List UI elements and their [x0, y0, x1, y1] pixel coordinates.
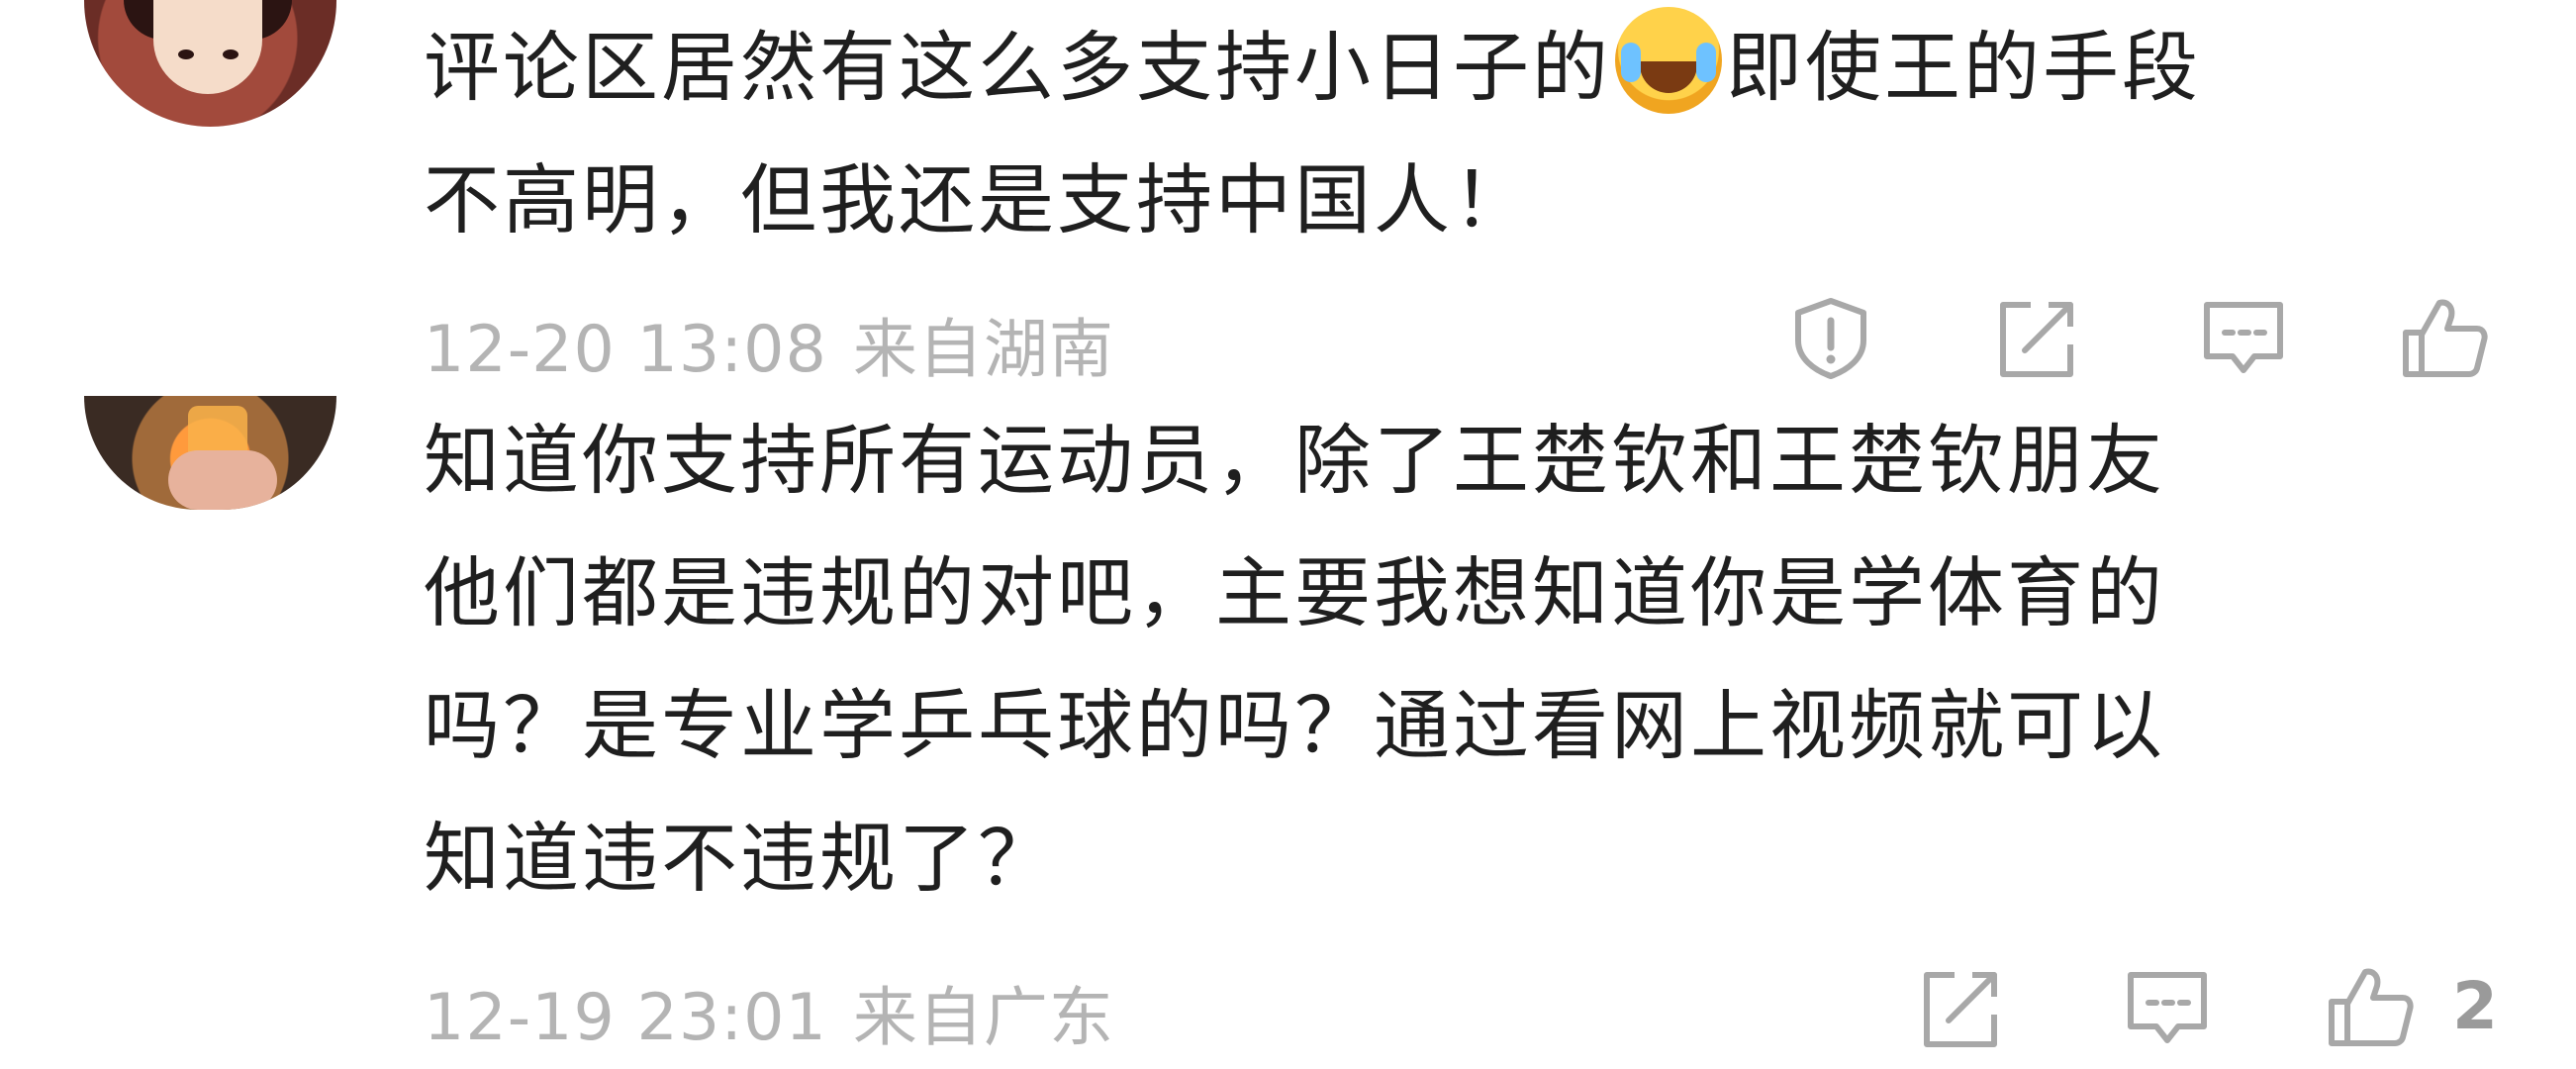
- comment-time: 12-20 13:08: [424, 313, 827, 387]
- reply-icon: [2128, 972, 2207, 1043]
- comment-time: 12-19 23:01: [424, 981, 827, 1055]
- share-icon: [1924, 972, 1997, 1047]
- comment-text-segment: 评论区居然有这么多支持小日子的: [424, 25, 1611, 113]
- share-button[interactable]: [1991, 295, 2080, 384]
- rolling-laughing-emoji-icon: [1615, 7, 1722, 114]
- comment-text-line: 知道违不违规了？: [424, 816, 1057, 904]
- like-button[interactable]: [2400, 293, 2489, 382]
- report-icon: [1795, 298, 1866, 379]
- share-button[interactable]: [1915, 965, 2004, 1054]
- comment-location: 来自广东: [852, 981, 1114, 1055]
- share-icon: [2000, 302, 2073, 377]
- comment-meta: 12-19 23:01 来自广东: [424, 965, 1114, 1058]
- comment-text-line: 知道你支持所有运动员，除了王楚钦和王楚钦朋友: [424, 418, 2165, 506]
- comment-text-line: 不高明，但我还是支持中国人！: [424, 157, 1532, 245]
- comment-text-segment: 即使王的手段: [1726, 25, 2201, 113]
- comment-text-line: 他们都是违规的对吧，主要我想知道你是学体育的: [424, 550, 2165, 638]
- comment-text: 评论区居然有这么多支持小日子的 即使王的手段 不高明，但我还是支持中国人！: [424, 3, 2502, 268]
- comment-text: 知道你支持所有运动员，除了王楚钦和王楚钦朋友 他们都是违规的对吧，主要我想知道你…: [424, 396, 2502, 926]
- comment-location: 来自湖南: [852, 313, 1114, 387]
- like-count: 2: [2452, 968, 2498, 1044]
- reply-button[interactable]: [2123, 965, 2212, 1054]
- comment-text-line: 吗？是专业学乒乓球的吗？通过看网上视频就可以: [424, 683, 2165, 771]
- report-button[interactable]: [1786, 293, 1875, 382]
- user-avatar[interactable]: [84, 396, 336, 510]
- reply-button[interactable]: [2199, 295, 2288, 384]
- comment-meta: 12-20 13:08 来自湖南: [424, 297, 1114, 390]
- like-icon: [2403, 299, 2488, 377]
- reply-icon: [2204, 302, 2283, 373]
- like-icon: [2329, 968, 2414, 1046]
- like-button[interactable]: [2326, 962, 2415, 1051]
- user-avatar[interactable]: [84, 0, 336, 127]
